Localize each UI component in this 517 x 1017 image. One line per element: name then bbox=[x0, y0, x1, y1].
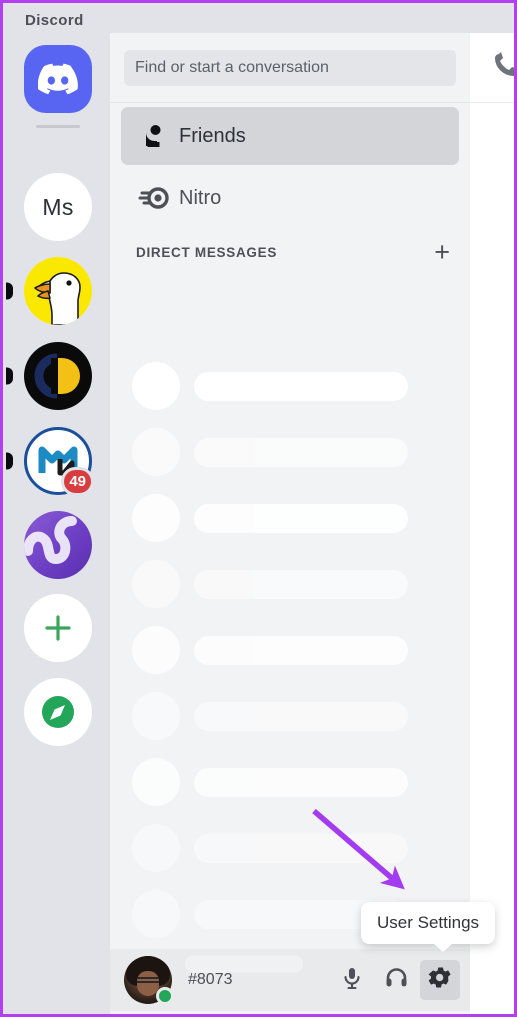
dm-placeholder-row bbox=[110, 485, 470, 551]
direct-messages-header: DIRECT MESSAGES + bbox=[110, 235, 470, 269]
placeholder-name-bar bbox=[194, 503, 408, 533]
server-item-mail[interactable]: 49 bbox=[6, 427, 110, 496]
mute-button[interactable] bbox=[332, 960, 372, 1000]
discord-app-window: Discord Ms 49 Find or start a conversati… bbox=[0, 0, 517, 1017]
server-avatar bbox=[24, 511, 92, 579]
discord-logo-icon bbox=[24, 45, 92, 113]
server-item-ms[interactable]: Ms bbox=[6, 173, 110, 241]
dm-placeholder-row bbox=[110, 551, 470, 617]
user-settings-button[interactable] bbox=[420, 960, 460, 1000]
dm-placeholder-row bbox=[110, 419, 470, 485]
nitro-rocket-icon bbox=[137, 185, 179, 211]
status-badge bbox=[156, 987, 174, 1005]
nav-list: Friends Nitro bbox=[110, 107, 470, 231]
gear-icon bbox=[428, 965, 453, 995]
placeholder-avatar bbox=[132, 428, 180, 476]
placeholder-name-bar bbox=[194, 635, 408, 665]
search-placeholder-text: Find or start a conversation bbox=[135, 58, 329, 76]
placeholder-avatar bbox=[132, 758, 180, 806]
page-title: Discord bbox=[25, 12, 84, 29]
unread-indicator bbox=[6, 367, 13, 385]
create-dm-button[interactable]: + bbox=[434, 238, 450, 266]
server-rail-divider bbox=[36, 125, 80, 128]
dm-placeholder-row bbox=[110, 353, 470, 419]
nav-item-friends[interactable]: Friends bbox=[121, 107, 459, 165]
tooltip-label: User Settings bbox=[377, 913, 480, 932]
server-avatar bbox=[24, 342, 92, 410]
chat-panel bbox=[470, 33, 514, 1014]
placeholder-avatar bbox=[132, 692, 180, 740]
microphone-icon bbox=[340, 966, 364, 995]
server-avatar bbox=[24, 257, 92, 325]
dm-placeholder-row bbox=[110, 617, 470, 683]
dm-placeholder-row bbox=[110, 683, 470, 749]
dm-placeholder-list bbox=[110, 353, 470, 947]
user-controls bbox=[332, 960, 460, 1000]
chat-panel-header bbox=[470, 33, 514, 103]
headphones-icon bbox=[384, 965, 409, 995]
plus-icon bbox=[24, 594, 92, 662]
compass-icon bbox=[24, 678, 92, 746]
tooltip-arrow bbox=[433, 943, 453, 952]
placeholder-avatar bbox=[132, 362, 180, 410]
placeholder-avatar bbox=[132, 824, 180, 872]
placeholder-avatar bbox=[132, 626, 180, 674]
placeholder-avatar bbox=[132, 494, 180, 542]
dm-placeholder-row bbox=[110, 815, 470, 881]
placeholder-name-bar bbox=[194, 701, 408, 731]
server-initials: Ms bbox=[42, 193, 74, 220]
nav-item-nitro[interactable]: Nitro bbox=[121, 169, 459, 227]
server-rail: Ms 49 bbox=[6, 33, 110, 1014]
placeholder-avatar bbox=[132, 560, 180, 608]
placeholder-name-bar bbox=[194, 569, 408, 599]
deafen-button[interactable] bbox=[376, 960, 416, 1000]
server-item-blob[interactable] bbox=[6, 511, 110, 579]
add-server-button[interactable] bbox=[6, 594, 110, 662]
user-panel: #8073 bbox=[110, 949, 470, 1011]
placeholder-name-bar bbox=[194, 767, 408, 797]
nav-item-label: Friends bbox=[179, 124, 246, 147]
user-settings-tooltip: User Settings bbox=[361, 902, 496, 952]
unread-indicator bbox=[6, 452, 13, 470]
unread-indicator bbox=[6, 282, 13, 300]
server-rail-home-button[interactable] bbox=[6, 45, 110, 113]
placeholder-avatar bbox=[132, 890, 180, 938]
placeholder-name-bar bbox=[194, 371, 408, 401]
unread-badge: 49 bbox=[61, 467, 94, 496]
user-discriminator: #8073 bbox=[188, 971, 233, 988]
placeholder-name-bar bbox=[194, 437, 408, 467]
search-input[interactable]: Find or start a conversation bbox=[124, 49, 456, 86]
username-placeholder bbox=[185, 955, 303, 973]
placeholder-name-bar bbox=[194, 833, 408, 863]
server-item-cd[interactable] bbox=[6, 342, 110, 410]
explore-servers-button[interactable] bbox=[6, 678, 110, 746]
phone-call-icon[interactable] bbox=[492, 50, 514, 85]
dm-placeholder-row bbox=[110, 749, 470, 815]
nav-item-label: Nitro bbox=[179, 186, 222, 209]
server-avatar: 49 bbox=[24, 427, 94, 496]
server-item-goose[interactable] bbox=[6, 257, 110, 325]
server-avatar: Ms bbox=[24, 173, 92, 241]
friends-wave-icon bbox=[137, 121, 179, 151]
dm-sidebar: Find or start a conversation Friends Nit… bbox=[110, 33, 470, 1014]
avatar[interactable] bbox=[124, 956, 174, 1005]
direct-messages-label: DIRECT MESSAGES bbox=[136, 244, 278, 260]
search-bar-zone: Find or start a conversation bbox=[110, 33, 470, 103]
